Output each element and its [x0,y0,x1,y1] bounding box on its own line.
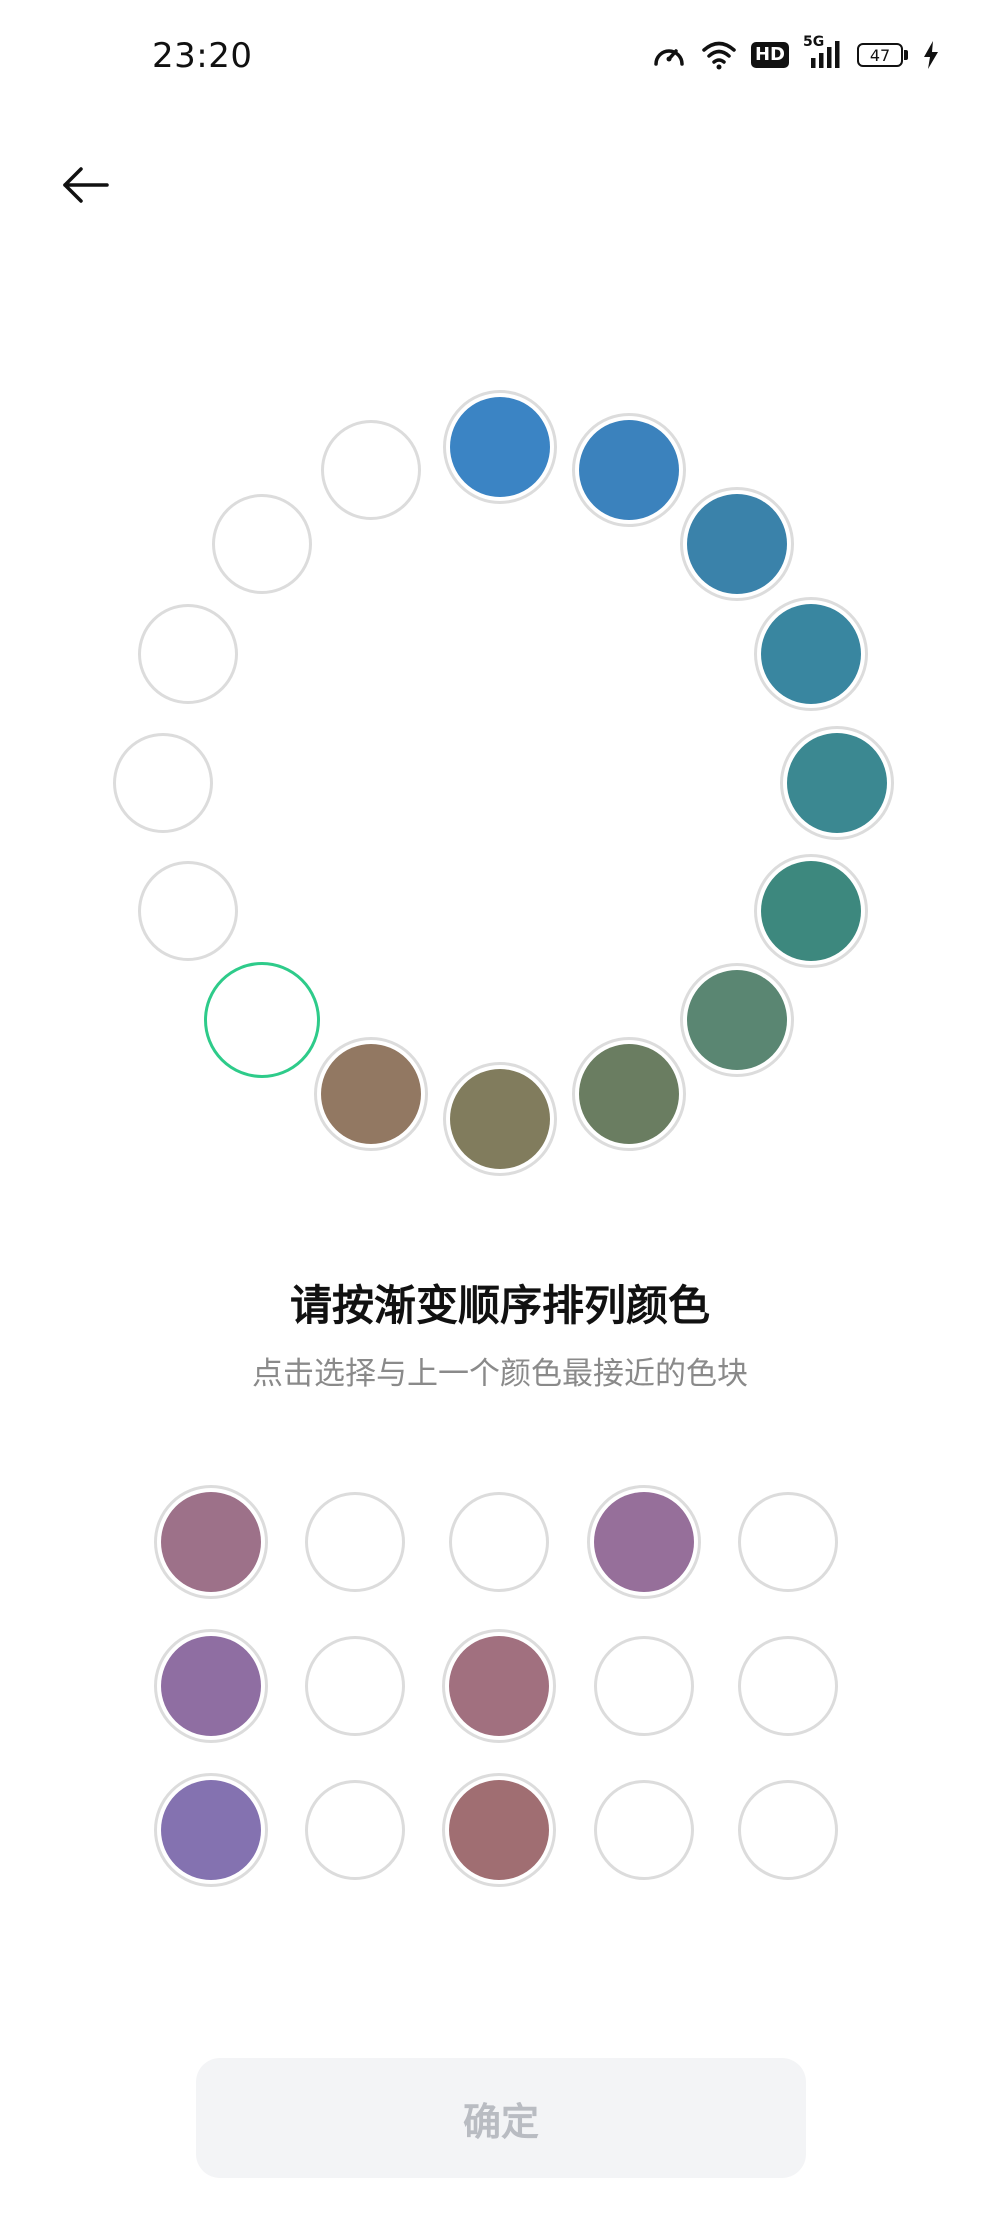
palette-empty-slot[interactable] [738,1636,838,1736]
palette-swatch[interactable] [587,1485,701,1599]
ring-slot-6[interactable] [754,854,868,968]
ring-swatch [787,733,887,833]
ring-slot-empty[interactable] [113,733,213,833]
swatch-color [161,1492,261,1592]
palette-swatch[interactable] [154,1773,268,1887]
palette-swatch[interactable] [442,1629,556,1743]
ring-swatch [761,604,861,704]
palette-empty-slot[interactable] [594,1780,694,1880]
ring-slot-4[interactable] [754,597,868,711]
ring-slot-8[interactable] [572,1037,686,1151]
swatch-color [161,1780,261,1880]
color-ring [0,0,1000,1200]
swatch-color [161,1636,261,1736]
ring-slot-9[interactable] [443,1062,557,1176]
ring-swatch [321,1044,421,1144]
ring-swatch [450,397,550,497]
palette-empty-slot[interactable] [449,1492,549,1592]
ring-slot-7[interactable] [680,963,794,1077]
ring-slot-empty[interactable] [212,494,312,594]
palette-swatch[interactable] [154,1629,268,1743]
ring-slot-empty[interactable] [138,604,238,704]
confirm-button[interactable]: 确定 [196,2058,806,2178]
ring-swatch [687,494,787,594]
palette-swatch[interactable] [442,1773,556,1887]
ring-swatch [450,1069,550,1169]
ring-slot-10[interactable] [314,1037,428,1151]
palette-empty-slot[interactable] [738,1780,838,1880]
swatch-color [449,1636,549,1736]
ring-slot-5[interactable] [780,726,894,840]
palette-swatch[interactable] [154,1485,268,1599]
page-title: 请按渐变顺序排列颜色 [289,1281,710,1330]
ring-swatch [761,861,861,961]
swatch-color [594,1492,694,1592]
ring-swatch [579,420,679,520]
swatch-color [449,1780,549,1880]
page-subtitle: 点击选择与上一个颜色最接近的色块 [252,1356,748,1392]
ring-slot-3[interactable] [680,487,794,601]
ring-slot-active[interactable] [204,962,320,1078]
palette-empty-slot[interactable] [305,1636,405,1736]
ring-slot-2[interactable] [572,413,686,527]
palette-empty-slot[interactable] [594,1636,694,1736]
ring-slot-1[interactable] [443,390,557,504]
ring-swatch [687,970,787,1070]
palette-empty-slot[interactable] [738,1492,838,1592]
ring-slot-empty[interactable] [138,861,238,961]
ring-slot-empty[interactable] [321,420,421,520]
ring-swatch [579,1044,679,1144]
palette-empty-slot[interactable] [305,1492,405,1592]
palette-empty-slot[interactable] [305,1780,405,1880]
